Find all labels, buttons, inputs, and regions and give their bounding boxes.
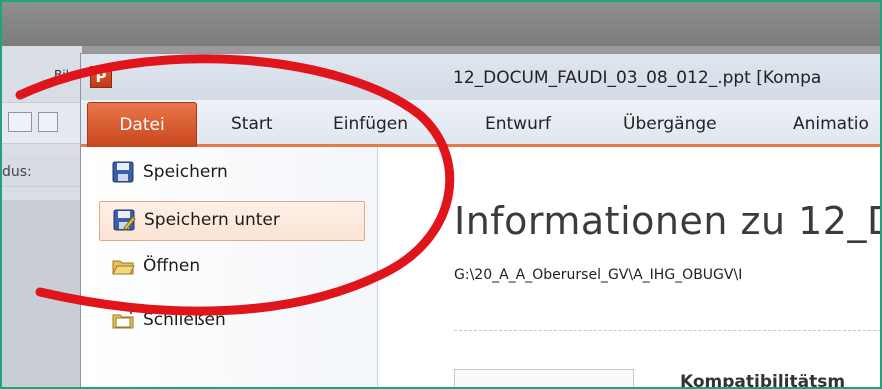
- screenshot-frame: Bil dus: P 12_DOCUM_FAUDI_03_08_012_.ppt…: [2, 2, 880, 387]
- powerpoint-app-icon[interactable]: P: [90, 66, 112, 88]
- tab-start[interactable]: Start: [231, 114, 273, 134]
- info-panel: Informationen zu 12_DO G:\20_A_A_Oberurs…: [378, 147, 880, 387]
- background-window-title: Bil: [54, 68, 69, 82]
- background-mode-label: dus:: [2, 164, 32, 180]
- powerpoint-window: P 12_DOCUM_FAUDI_03_08_012_.ppt [Kompa D…: [80, 53, 880, 387]
- menu-item-label: Speichern unter: [144, 210, 280, 230]
- background-toolbar: [2, 102, 82, 144]
- divider: [454, 330, 880, 331]
- title-bar: P 12_DOCUM_FAUDI_03_08_012_.ppt [Kompa: [81, 54, 880, 100]
- compatibility-button[interactable]: [454, 369, 634, 387]
- menu-item-label: Schließen: [143, 310, 226, 330]
- menu-item-speichern[interactable]: Speichern: [99, 154, 363, 192]
- file-path: G:\20_A_A_Oberursel_GV\A_IHG_OBUGV\I: [454, 267, 743, 283]
- background-window: Bil dus:: [2, 46, 82, 387]
- backstage-menu: Speichern Speichern unter Öffnen Schließ…: [81, 147, 378, 387]
- window-title: 12_DOCUM_FAUDI_03_08_012_.ppt [Kompa: [453, 68, 822, 88]
- menu-item-schliessen[interactable]: Schließen: [99, 302, 363, 340]
- menu-item-label: Öffnen: [143, 256, 201, 276]
- desktop-top-strip: [2, 2, 880, 46]
- tab-datei[interactable]: Datei: [87, 102, 197, 147]
- tab-uebergaenge[interactable]: Übergänge: [623, 114, 717, 134]
- menu-item-oeffnen[interactable]: Öffnen: [99, 248, 363, 286]
- tab-entwurf[interactable]: Entwurf: [485, 114, 551, 134]
- background-document-area: [2, 200, 82, 387]
- tab-einfuegen[interactable]: Einfügen: [333, 114, 408, 134]
- menu-item-speichern-unter[interactable]: Speichern unter: [99, 201, 365, 241]
- page-title: Informationen zu 12_DO: [454, 199, 880, 243]
- copy-icon: [38, 112, 58, 132]
- save-icon: [111, 160, 135, 184]
- close-folder-icon: [111, 308, 135, 332]
- save-as-icon: [112, 208, 136, 232]
- tab-animationen[interactable]: Animatio: [793, 114, 869, 134]
- section-title: Kompatibilitätsm: [680, 372, 846, 387]
- ribbon-tabs: Datei Start Einfügen Entwurf Übergänge A…: [81, 100, 880, 147]
- open-folder-icon: [111, 254, 135, 278]
- menu-item-label: Speichern: [143, 162, 228, 182]
- paste-icon: [8, 112, 32, 132]
